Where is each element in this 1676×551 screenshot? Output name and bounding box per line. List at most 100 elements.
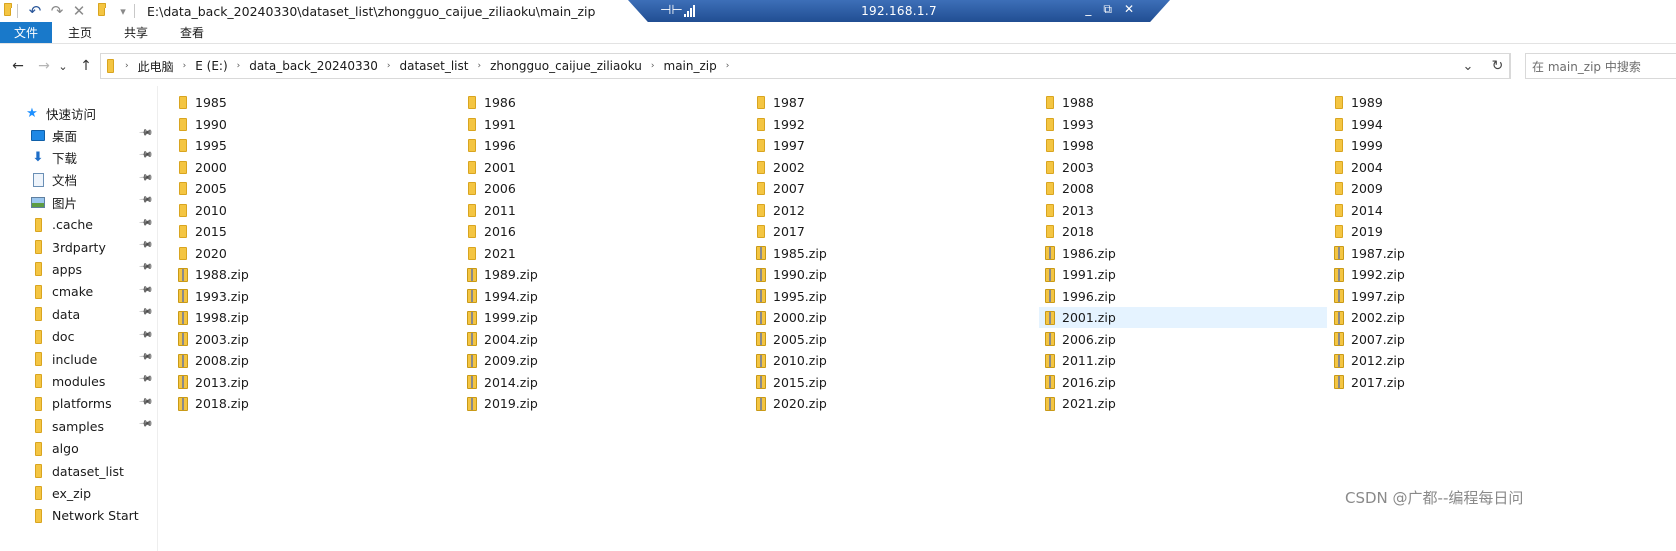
forward-button[interactable]: → xyxy=(32,54,56,78)
zip-file-item[interactable]: 2005.zip xyxy=(750,329,1038,350)
zip-file-item[interactable]: 1996.zip xyxy=(1039,286,1327,307)
sidebar-item[interactable]: modules xyxy=(30,370,105,392)
zip-file-item[interactable]: 2008.zip xyxy=(172,350,460,371)
pin-icon[interactable]: 📌 xyxy=(138,327,153,342)
zip-file-item[interactable]: 1998.zip xyxy=(172,307,460,328)
tab-view[interactable]: 查看 xyxy=(164,22,220,43)
zip-file-item[interactable]: 2011.zip xyxy=(1039,350,1327,371)
zip-file-item[interactable]: 2012.zip xyxy=(1328,350,1616,371)
folder-item[interactable]: 2011 xyxy=(461,200,749,221)
new-folder-icon[interactable] xyxy=(90,0,112,22)
folder-item[interactable]: 1989 xyxy=(1328,92,1616,113)
folder-item[interactable]: 1992 xyxy=(750,114,1038,135)
pin-icon[interactable]: 📌 xyxy=(138,148,153,163)
folder-item[interactable]: 2004 xyxy=(1328,157,1616,178)
sidebar-item[interactable]: platforms xyxy=(30,393,112,415)
folder-item[interactable]: 2009 xyxy=(1328,178,1616,199)
recent-locations-button[interactable]: ⌄ xyxy=(56,54,70,78)
zip-file-item[interactable]: 2001.zip xyxy=(1039,307,1327,328)
zip-file-item[interactable]: 1989.zip xyxy=(461,264,749,285)
pin-icon[interactable]: 📌 xyxy=(138,237,153,252)
sidebar-item[interactable]: ⬇ 下载 xyxy=(30,146,77,168)
folder-item[interactable]: 1999 xyxy=(1328,135,1616,156)
folder-item[interactable]: 2012 xyxy=(750,200,1038,221)
close-icon[interactable]: ✕ xyxy=(1124,2,1134,17)
zip-file-item[interactable]: 2019.zip xyxy=(461,393,749,414)
folder-item[interactable]: 2017 xyxy=(750,221,1038,242)
sidebar-item[interactable]: 文档 xyxy=(30,169,77,191)
folder-item[interactable]: 1990 xyxy=(172,114,460,135)
tab-home[interactable]: 主页 xyxy=(52,22,108,43)
pin-icon[interactable]: 📌 xyxy=(138,282,153,297)
zip-file-item[interactable]: 2010.zip xyxy=(750,350,1038,371)
zip-file-item[interactable]: 2021.zip xyxy=(1039,393,1327,414)
customize-toolbar-icon[interactable]: ▾ xyxy=(112,0,134,22)
zip-file-item[interactable]: 2006.zip xyxy=(1039,329,1327,350)
zip-file-item[interactable]: 1999.zip xyxy=(461,307,749,328)
folder-item[interactable]: 1986 xyxy=(461,92,749,113)
pin-icon[interactable]: 📌 xyxy=(138,215,153,230)
undo-icon[interactable]: ↶ xyxy=(24,0,46,22)
sidebar-item[interactable]: dataset_list xyxy=(30,460,124,482)
zip-file-item[interactable]: 1988.zip xyxy=(172,264,460,285)
redo-icon[interactable]: ↷ xyxy=(46,0,68,22)
breadcrumb-this-pc[interactable]: 此电脑 xyxy=(130,58,182,75)
breadcrumb-data-back[interactable]: data_back_20240330 xyxy=(241,59,386,73)
sidebar-item[interactable]: samples xyxy=(30,415,104,437)
folder-item[interactable]: 1995 xyxy=(172,135,460,156)
tab-share[interactable]: 共享 xyxy=(108,22,164,43)
breadcrumb-drive-e[interactable]: E (E:) xyxy=(187,59,235,73)
pin-icon[interactable]: 📌 xyxy=(138,349,153,364)
back-button[interactable]: ← xyxy=(6,54,30,78)
folder-item[interactable]: 2021 xyxy=(461,243,749,264)
zip-file-item[interactable]: 2016.zip xyxy=(1039,372,1327,393)
folder-item[interactable]: 1985 xyxy=(172,92,460,113)
pin-icon[interactable]: 📌 xyxy=(138,170,153,185)
zip-file-item[interactable]: 2018.zip xyxy=(172,393,460,414)
pin-icon[interactable]: 📌 xyxy=(138,125,153,140)
folder-item[interactable]: 1987 xyxy=(750,92,1038,113)
sidebar-item[interactable]: ex_zip xyxy=(30,482,91,504)
sidebar-item[interactable]: cmake xyxy=(30,281,93,303)
search-input[interactable]: 在 main_zip 中搜索 xyxy=(1525,53,1676,79)
zip-file-item[interactable]: 2003.zip xyxy=(172,329,460,350)
folder-item[interactable]: 2016 xyxy=(461,221,749,242)
zip-file-item[interactable]: 1987.zip xyxy=(1328,243,1616,264)
nav-quick-access[interactable]: ★ 快速访问 xyxy=(24,102,96,124)
zip-file-item[interactable]: 2000.zip xyxy=(750,307,1038,328)
folder-item[interactable]: 2007 xyxy=(750,178,1038,199)
zip-file-item[interactable]: 2002.zip xyxy=(1328,307,1616,328)
sidebar-item[interactable]: doc xyxy=(30,326,74,348)
restore-icon[interactable]: ⧉ xyxy=(1103,2,1112,17)
folder-item[interactable]: 1997 xyxy=(750,135,1038,156)
folder-item[interactable]: 2002 xyxy=(750,157,1038,178)
zip-file-item[interactable]: 1993.zip xyxy=(172,286,460,307)
folder-item[interactable]: 2005 xyxy=(172,178,460,199)
minimize-icon[interactable]: _ xyxy=(1085,2,1091,17)
sidebar-item[interactable]: 3rdparty xyxy=(30,236,106,258)
refresh-button[interactable]: ↻ xyxy=(1485,53,1511,79)
folder-item[interactable]: 2008 xyxy=(1039,178,1327,199)
sidebar-item[interactable]: include xyxy=(30,348,97,370)
sidebar-item[interactable]: data xyxy=(30,303,80,325)
up-button[interactable]: ↑ xyxy=(74,54,98,78)
zip-file-item[interactable]: 2013.zip xyxy=(172,372,460,393)
zip-file-item[interactable]: 1986.zip xyxy=(1039,243,1327,264)
folder-item[interactable]: 1991 xyxy=(461,114,749,135)
zip-file-item[interactable]: 1992.zip xyxy=(1328,264,1616,285)
pin-icon[interactable]: 📌 xyxy=(138,372,153,387)
folder-item[interactable]: 2003 xyxy=(1039,157,1327,178)
breadcrumb-zhongguo[interactable]: zhongguo_caijue_ziliaoku xyxy=(482,59,650,73)
folder-item[interactable]: 2010 xyxy=(172,200,460,221)
sidebar-item[interactable]: .cache xyxy=(30,214,93,236)
folder-item[interactable]: 2020 xyxy=(172,243,460,264)
folder-item[interactable]: 1998 xyxy=(1039,135,1327,156)
zip-file-item[interactable]: 2004.zip xyxy=(461,329,749,350)
folder-item[interactable]: 2014 xyxy=(1328,200,1616,221)
sidebar-item[interactable]: 图片 xyxy=(30,191,77,213)
zip-file-item[interactable]: 1997.zip xyxy=(1328,286,1616,307)
sidebar-item[interactable]: Network Start xyxy=(30,505,139,527)
folder-item[interactable]: 2001 xyxy=(461,157,749,178)
folder-item[interactable]: 2019 xyxy=(1328,221,1616,242)
folder-item[interactable]: 1994 xyxy=(1328,114,1616,135)
